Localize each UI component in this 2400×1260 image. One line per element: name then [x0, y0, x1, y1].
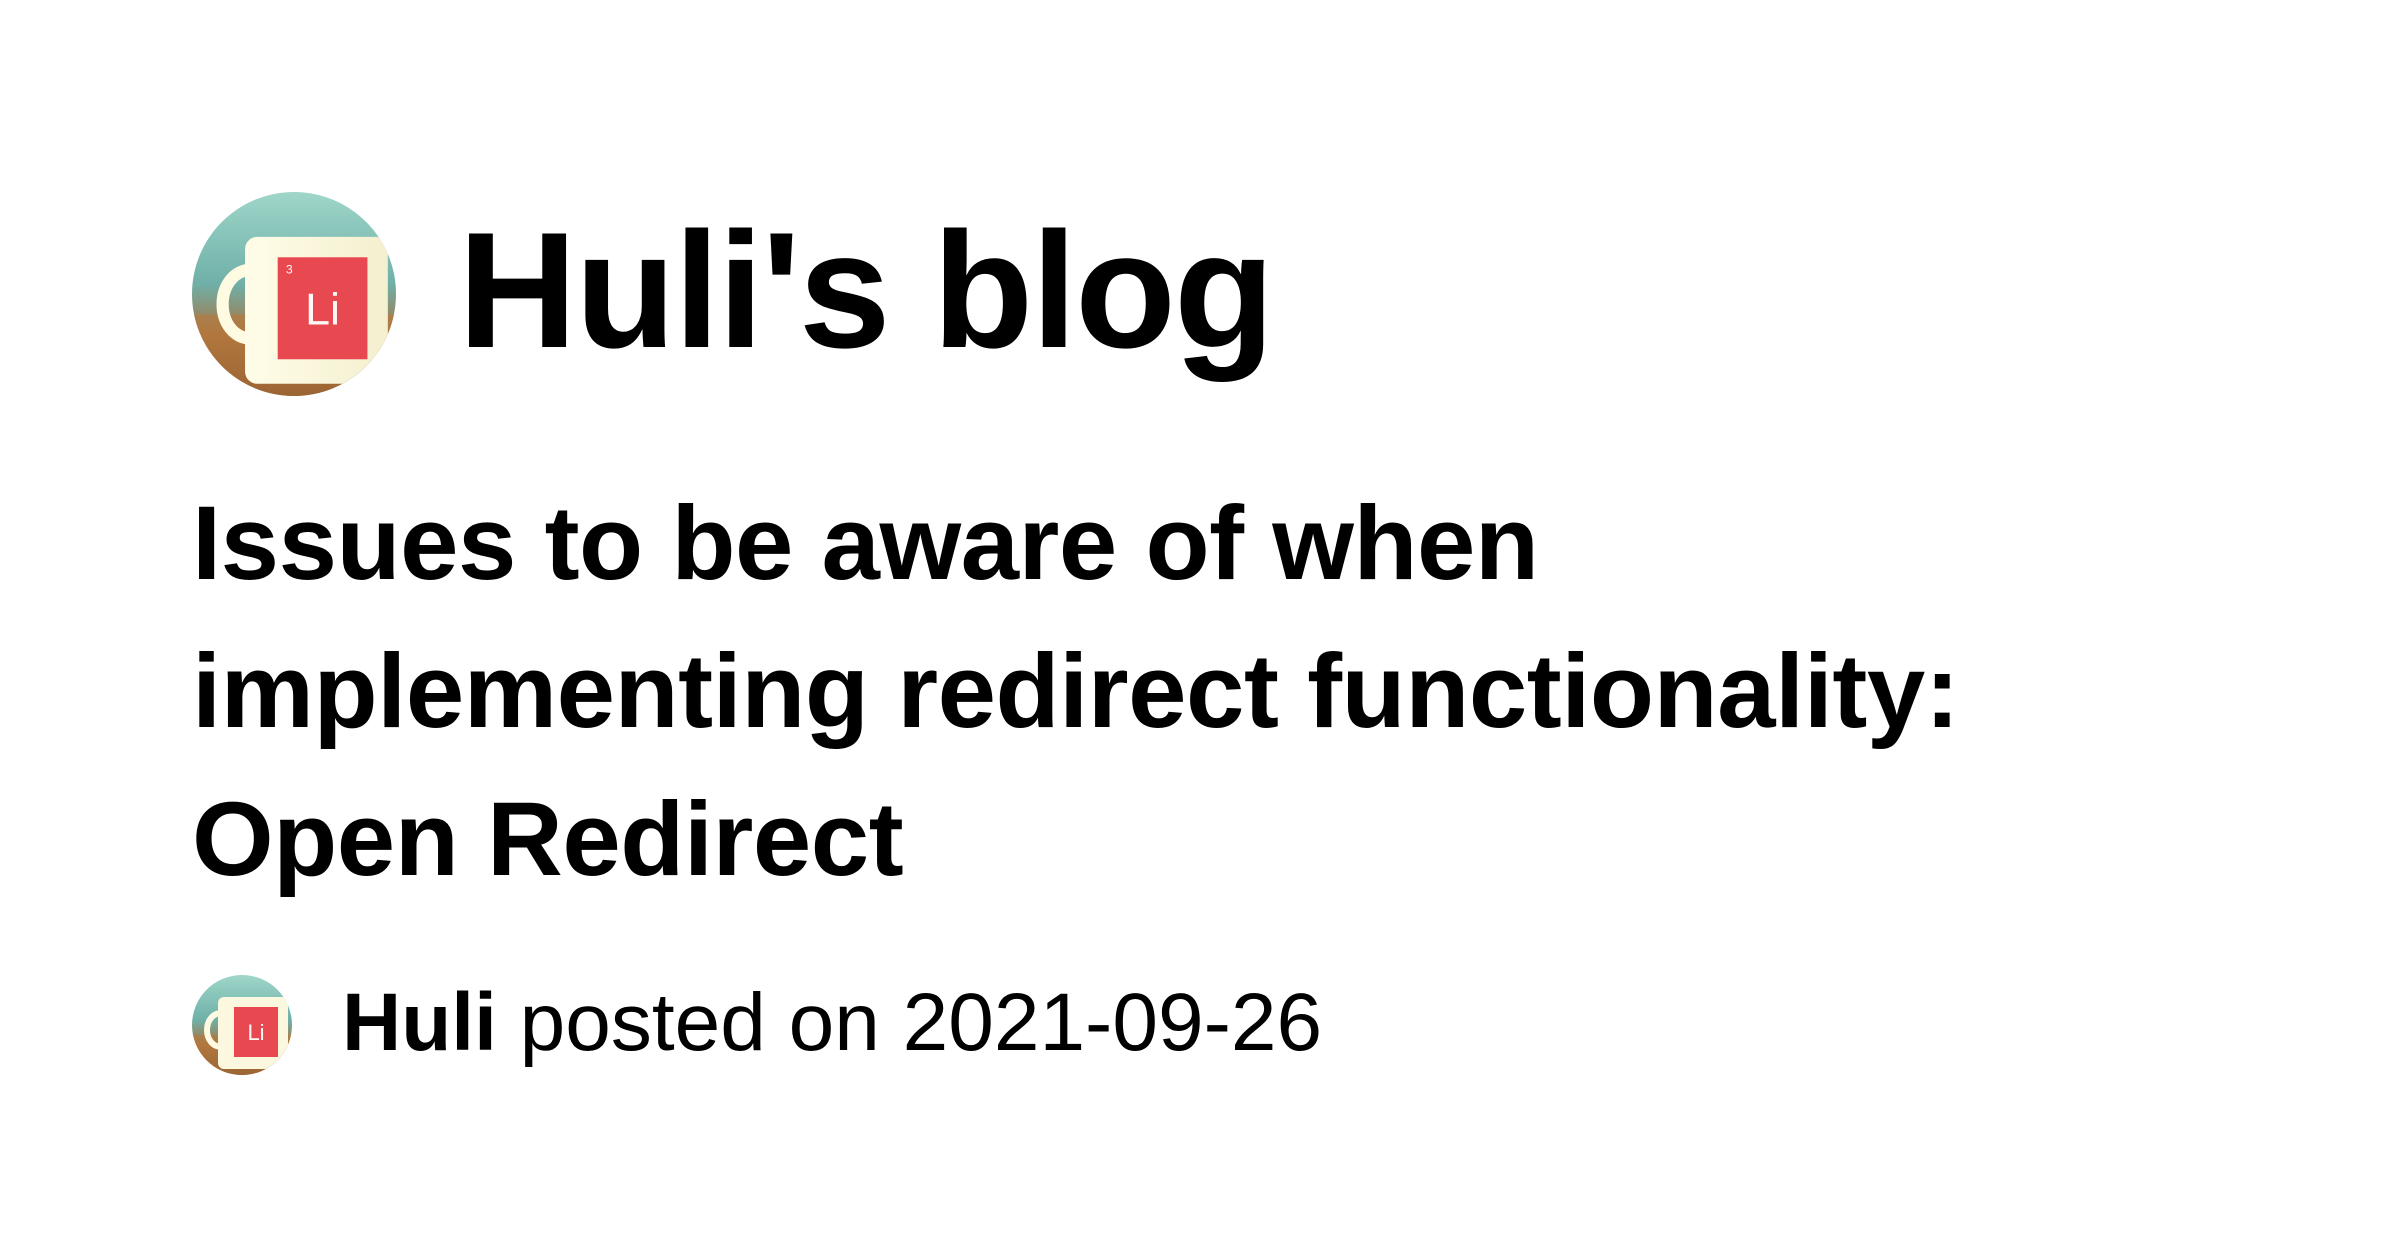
posted-on-label: posted on: [496, 977, 903, 1068]
mug-avatar-icon: Li: [192, 975, 292, 1075]
post-byline: Li Huli posted on 2021-09-26: [192, 975, 1322, 1075]
svg-text:3: 3: [286, 263, 293, 277]
site-header[interactable]: Li 3 Huli's blog: [192, 192, 1275, 396]
site-title[interactable]: Huli's blog: [458, 207, 1275, 373]
svg-text:Li: Li: [247, 1020, 264, 1045]
site-avatar: Li 3: [192, 192, 396, 396]
author-name[interactable]: Huli: [342, 977, 497, 1068]
byline-text: Huli posted on 2021-09-26: [342, 982, 1322, 1064]
post-title[interactable]: Issues to be aware of when implementing …: [192, 470, 2092, 914]
mug-avatar-icon: Li 3: [192, 192, 396, 396]
post-date: 2021-09-26: [902, 977, 1323, 1068]
author-avatar: Li: [192, 975, 292, 1075]
svg-text:Li: Li: [305, 284, 340, 335]
og-card: Li 3 Huli's blog Issues to be aware of w…: [0, 0, 2400, 1260]
